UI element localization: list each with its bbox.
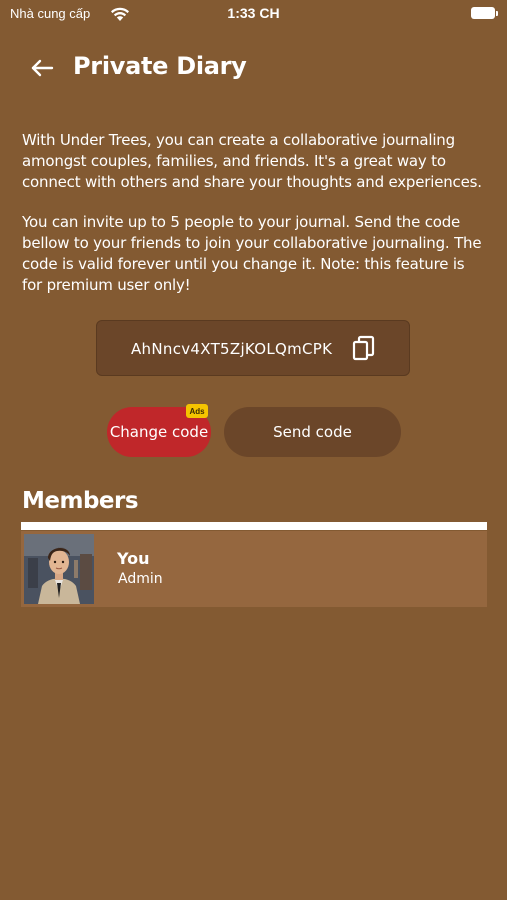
copy-icon[interactable] bbox=[351, 335, 377, 363]
page-title: Private Diary bbox=[73, 52, 247, 80]
members-divider bbox=[21, 522, 487, 530]
status-bar: Nhà cung cấp 1:33 CH bbox=[0, 0, 507, 30]
battery-icon bbox=[471, 7, 498, 19]
avatar bbox=[24, 534, 94, 604]
intro-paragraph-2: You can invite up to 5 people to your jo… bbox=[22, 213, 482, 294]
member-row[interactable]: You Admin bbox=[21, 531, 487, 607]
header: Private Diary bbox=[0, 46, 507, 90]
send-code-label: Send code bbox=[273, 423, 352, 441]
intro-paragraph-1: With Under Trees, you can create a colla… bbox=[22, 131, 482, 191]
members-title: Members bbox=[22, 488, 139, 514]
change-code-label: Change code bbox=[109, 423, 209, 441]
member-name: You bbox=[117, 549, 150, 568]
intro-text: With Under Trees, you can create a colla… bbox=[22, 130, 482, 315]
member-role: Admin bbox=[118, 571, 163, 587]
ads-badge: Ads bbox=[186, 404, 208, 418]
invite-code: AhNncv4XT5ZjKOLQmCPK bbox=[131, 340, 333, 358]
send-code-button[interactable]: Send code bbox=[224, 407, 401, 457]
invite-code-box: AhNncv4XT5ZjKOLQmCPK bbox=[96, 320, 410, 376]
status-time: 1:33 CH bbox=[227, 5, 280, 21]
arrow-left-icon[interactable] bbox=[28, 54, 58, 82]
